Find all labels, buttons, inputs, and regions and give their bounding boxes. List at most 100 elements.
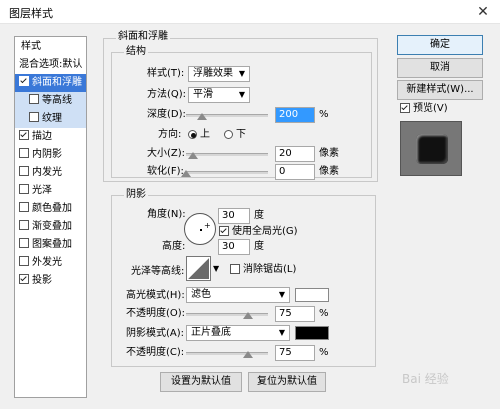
direction-down-label: 下 — [236, 129, 246, 140]
size-input[interactable]: 20 — [275, 146, 315, 162]
set-default-button[interactable]: 设置为默认值 — [160, 372, 242, 392]
style-item[interactable]: 内阴影 — [15, 146, 86, 164]
checkbox-icon[interactable] — [29, 94, 39, 104]
checkbox-icon[interactable] — [19, 184, 29, 194]
preview-label: 预览(V) — [413, 103, 448, 114]
style-item[interactable]: 描边 — [15, 128, 86, 146]
checkbox-icon[interactable] — [19, 76, 29, 86]
style-item[interactable]: 内发光 — [15, 164, 86, 182]
style-item-label: 内发光 — [32, 167, 62, 178]
depth-label: 深度(D): — [147, 109, 186, 120]
style-item[interactable]: 光泽 — [15, 182, 86, 200]
style-item-label: 描边 — [32, 131, 52, 142]
styles-list: 样式 混合选项:默认 斜面和浮雕 等高线 纹理 描边 内阴影 内发光 光泽 颜色叠加 渐变叠加 图案… — [14, 36, 87, 398]
highlight-opacity-thumb[interactable] — [242, 312, 253, 319]
cancel-button[interactable]: 取消 — [397, 58, 483, 78]
preview-checkbox[interactable] — [400, 103, 411, 114]
contour-preview-icon — [188, 258, 209, 279]
angle-unit: 度 — [254, 210, 264, 221]
shadow-mode-value: 正片叠底 — [191, 327, 231, 338]
chevron-down-icon: ▼ — [238, 69, 245, 78]
angle-dial-center — [200, 229, 202, 231]
angle-input[interactable]: 30 — [218, 208, 250, 224]
style-item[interactable]: 混合选项:默认 — [15, 56, 86, 74]
chevron-down-icon: ▼ — [238, 90, 245, 99]
global-light-checkbox[interactable] — [219, 226, 230, 237]
checkbox-icon[interactable] — [19, 202, 29, 212]
soften-unit: 像素 — [319, 166, 339, 177]
new-style-button[interactable]: 新建样式(W)... — [397, 80, 483, 100]
gloss-contour-picker[interactable] — [186, 256, 211, 281]
close-icon[interactable]: ✕ — [472, 2, 494, 22]
style-item[interactable]: 渐变叠加 — [15, 218, 86, 236]
crosshair-icon: + — [204, 221, 211, 230]
checkbox-icon — [219, 226, 229, 236]
shadow-opacity-track[interactable] — [186, 352, 268, 355]
altitude-unit: 度 — [254, 241, 264, 252]
reset-default-button[interactable]: 复位为默认值 — [248, 372, 326, 392]
shading-title: 阴影 — [124, 189, 148, 201]
checkbox-icon[interactable] — [19, 256, 29, 266]
highlight-color-swatch[interactable] — [295, 288, 329, 302]
direction-down-radio[interactable] — [224, 130, 233, 139]
style-preview-swatch — [416, 134, 448, 164]
gloss-contour-dropdown-icon[interactable]: ▼ — [213, 264, 219, 273]
highlight-opacity-track[interactable] — [186, 313, 268, 316]
checkbox-icon[interactable] — [19, 166, 29, 176]
shadow-opacity-unit: % — [319, 347, 329, 358]
shadow-color-swatch[interactable] — [295, 326, 329, 340]
chevron-down-icon: ▼ — [278, 290, 285, 299]
style-preview — [400, 121, 462, 176]
soften-input[interactable]: 0 — [275, 164, 315, 180]
shadow-mode-select[interactable]: 正片叠底 ▼ — [186, 325, 290, 341]
global-light-label: 使用全局光(G) — [232, 226, 298, 237]
shadow-mode-label: 阴影模式(A): — [126, 328, 185, 339]
shadow-opacity-input[interactable]: 75 — [275, 345, 315, 361]
ok-button[interactable]: 确定 — [397, 35, 483, 55]
checkbox-icon[interactable] — [19, 220, 29, 230]
altitude-input[interactable]: 30 — [218, 239, 250, 255]
depth-unit: % — [319, 109, 329, 120]
size-label: 大小(Z): — [147, 148, 186, 159]
checkbox-icon[interactable] — [29, 112, 39, 122]
angle-dial[interactable]: + — [184, 213, 216, 245]
highlight-opacity-input[interactable]: 75 — [275, 306, 315, 322]
style-select[interactable]: 浮雕效果 ▼ — [188, 66, 250, 82]
depth-input[interactable]: 200 — [275, 107, 315, 123]
structure-title: 结构 — [124, 46, 148, 58]
style-item[interactable]: 等高线 — [15, 92, 86, 110]
checkbox-icon[interactable] — [19, 274, 29, 284]
style-item-label: 渐变叠加 — [32, 221, 72, 232]
style-label: 样式(T): — [147, 68, 185, 79]
size-slider-thumb[interactable] — [187, 152, 198, 159]
method-select-value: 平滑 — [193, 89, 213, 100]
highlight-mode-value: 滤色 — [191, 289, 211, 300]
depth-slider-thumb[interactable] — [197, 113, 208, 120]
size-unit: 像素 — [319, 148, 339, 159]
style-item[interactable]: 投影 — [15, 272, 86, 290]
soften-slider-track[interactable] — [186, 171, 268, 174]
gloss-contour-label: 光泽等高线: — [131, 266, 185, 277]
antialias-checkbox[interactable] — [230, 264, 241, 275]
method-select[interactable]: 平滑 ▼ — [188, 87, 250, 103]
style-item[interactable]: 斜面和浮雕 — [15, 74, 86, 92]
style-item-label: 投影 — [32, 275, 52, 286]
shadow-opacity-thumb[interactable] — [242, 351, 253, 358]
style-item[interactable]: 外发光 — [15, 254, 86, 272]
highlight-mode-select[interactable]: 滤色 ▼ — [186, 287, 290, 303]
direction-up-radio[interactable] — [188, 130, 197, 139]
checkbox-icon[interactable] — [19, 238, 29, 248]
title-bar — [0, 0, 500, 24]
shadow-opacity-label: 不透明度(C): — [126, 347, 185, 358]
style-item[interactable]: 图案叠加 — [15, 236, 86, 254]
style-item[interactable]: 颜色叠加 — [15, 200, 86, 218]
angle-label: 角度(N): — [147, 209, 186, 220]
checkbox-icon[interactable] — [19, 130, 29, 140]
style-item-label: 纹理 — [42, 113, 62, 124]
size-slider-track[interactable] — [186, 153, 268, 156]
checkbox-icon — [400, 103, 410, 113]
checkbox-icon[interactable] — [19, 148, 29, 158]
style-item[interactable]: 纹理 — [15, 110, 86, 128]
soften-slider-thumb[interactable] — [181, 170, 191, 177]
antialias-label: 消除锯齿(L) — [243, 264, 297, 275]
